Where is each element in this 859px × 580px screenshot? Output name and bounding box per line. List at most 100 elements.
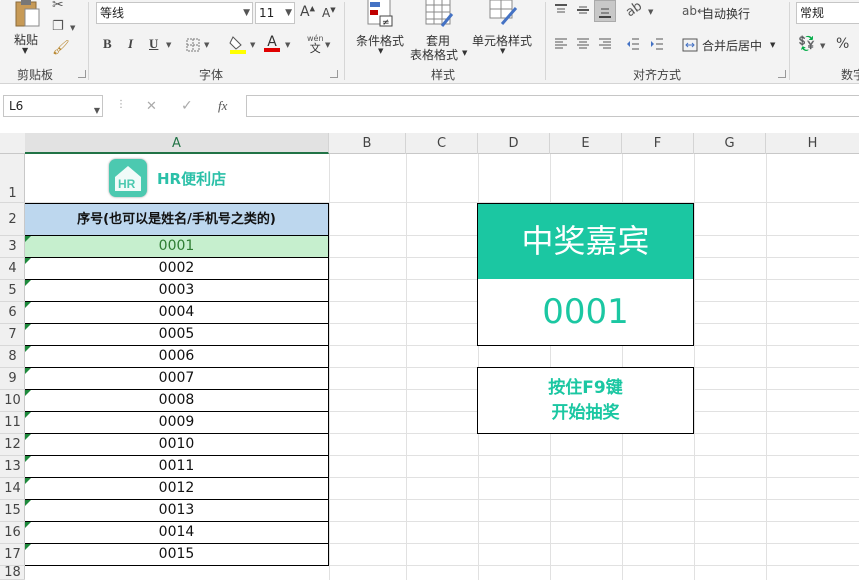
entry-cell[interactable]: 0004 <box>25 302 329 324</box>
chevron-down-icon[interactable]: ▼ <box>204 41 209 49</box>
fill-color-icon[interactable] <box>229 34 247 54</box>
column-header-a[interactable]: A <box>25 133 329 154</box>
chevron-down-icon[interactable]: ▼ <box>70 24 75 32</box>
conditional-format-button[interactable]: ≠ 条件格式 ▼ <box>352 0 408 62</box>
entry-cell[interactable]: 0011 <box>25 456 329 478</box>
row-header[interactable]: 3 <box>0 236 25 258</box>
entry-value: 0006 <box>158 348 195 364</box>
row-header[interactable]: 6 <box>0 302 25 324</box>
decrease-indent-icon[interactable] <box>626 38 640 50</box>
prize-number-cell[interactable]: 0001 <box>477 279 694 346</box>
align-middle-icon[interactable] <box>576 4 590 16</box>
row-header[interactable]: 7 <box>0 324 25 346</box>
column-header-d[interactable]: D <box>478 133 550 154</box>
row-header[interactable]: 17 <box>0 544 25 566</box>
alignment-launcher-icon[interactable] <box>778 70 786 78</box>
shrink-font-icon[interactable]: A▼ <box>322 6 336 20</box>
chevron-down-icon[interactable]: ▼ <box>648 8 653 16</box>
number-format-select[interactable]: 常规 <box>796 2 859 24</box>
phonetic-guide-icon[interactable]: wén 文 <box>307 34 324 54</box>
entry-cell[interactable]: 0008 <box>25 390 329 412</box>
entry-cell[interactable]: 0009 <box>25 412 329 434</box>
formula-input[interactable] <box>246 95 859 117</box>
row-header[interactable]: 11 <box>0 412 25 434</box>
cell-styles-button[interactable]: 单元格样式 ▼ <box>470 0 538 62</box>
orientation-icon[interactable]: ab <box>623 0 645 20</box>
align-center-icon[interactable] <box>576 38 590 50</box>
row-header[interactable]: 4 <box>0 258 25 280</box>
entry-cell[interactable]: 0003 <box>25 280 329 302</box>
align-left-icon[interactable] <box>554 38 568 50</box>
clipboard-launcher-icon[interactable] <box>78 70 86 78</box>
row-header[interactable]: 2 <box>0 203 25 236</box>
entry-cell[interactable]: 0015 <box>25 544 329 566</box>
row-header[interactable]: 12 <box>0 434 25 456</box>
align-top-icon[interactable] <box>554 4 568 16</box>
prize-title-cell[interactable]: 中奖嘉宾 <box>477 203 694 280</box>
entry-cell[interactable]: 0012 <box>25 478 329 500</box>
row-header[interactable]: 8 <box>0 346 25 368</box>
paste-button[interactable]: 粘贴 ▼ <box>8 0 46 60</box>
font-name-select[interactable]: 等线 ▼ <box>96 2 253 24</box>
font-launcher-icon[interactable] <box>330 70 338 78</box>
format-painter-icon[interactable]: 🖌 <box>52 40 70 56</box>
italic-button[interactable]: I <box>128 36 133 52</box>
entry-cell[interactable]: 0007 <box>25 368 329 390</box>
row-header[interactable]: 15 <box>0 500 25 522</box>
row-header[interactable]: 16 <box>0 522 25 544</box>
row-header[interactable]: 5 <box>0 280 25 302</box>
align-bottom-button[interactable] <box>594 0 616 22</box>
row-header[interactable]: 14 <box>0 478 25 500</box>
cut-icon[interactable]: ✂ <box>52 0 64 13</box>
entry-cell[interactable]: 0006 <box>25 346 329 368</box>
entry-value: 0008 <box>158 392 195 408</box>
copy-icon[interactable]: ❐ <box>52 19 64 34</box>
entry-cell[interactable]: 0005 <box>25 324 329 346</box>
entry-cell[interactable]: 0014 <box>25 522 329 544</box>
chevron-down-icon[interactable]: ▼ <box>820 42 825 50</box>
enter-icon[interactable]: ✓ <box>181 98 193 114</box>
grow-font-icon[interactable]: A▲ <box>300 4 315 20</box>
name-box[interactable]: L6 ▼ <box>3 95 103 117</box>
column-header-f[interactable]: F <box>622 133 694 154</box>
column-header-g[interactable]: G <box>694 133 766 154</box>
divider <box>344 2 345 80</box>
merge-center-button[interactable]: 合并后居中 ▼ <box>682 36 782 56</box>
list-header-cell[interactable]: 序号(也可以是姓名/手机号之类的) <box>25 203 329 236</box>
column-header-e[interactable]: E <box>550 133 622 154</box>
font-color-icon[interactable]: A <box>264 34 280 54</box>
house-icon: HR <box>115 166 141 191</box>
column-header-b[interactable]: B <box>329 133 406 154</box>
entry-cell[interactable]: 0013 <box>25 500 329 522</box>
cancel-icon[interactable]: ✕ <box>146 99 157 114</box>
more-options-icon[interactable]: ⋮ <box>116 99 126 110</box>
instruction-cell[interactable]: 按住F9键 开始抽奖 <box>477 367 694 434</box>
align-right-icon[interactable] <box>598 38 612 50</box>
format-as-table-button[interactable]: 套用 表格格式 ▼ <box>408 0 468 62</box>
chevron-down-icon[interactable]: ▼ <box>250 41 255 49</box>
chevron-down-icon[interactable]: ▼ <box>285 41 290 49</box>
chevron-down-icon[interactable]: ▼ <box>325 41 330 49</box>
logo-text: HR便利店 <box>157 170 227 188</box>
row-header[interactable]: 1 <box>0 154 25 203</box>
border-icon[interactable] <box>186 38 200 52</box>
cell-grid[interactable]: HR HR便利店 序号(也可以是姓名/手机号之类的) 0001 0002 0003 0… <box>25 154 859 580</box>
font-size-select[interactable]: 11 ▼ <box>255 2 295 24</box>
column-header-c[interactable]: C <box>406 133 478 154</box>
accounting-format-icon[interactable]: 💱 <box>798 36 815 52</box>
row-header[interactable]: 13 <box>0 456 25 478</box>
increase-indent-icon[interactable] <box>650 38 664 50</box>
wrap-text-button[interactable]: ab↵ 自动换行 <box>682 4 762 24</box>
entry-cell[interactable]: 0010 <box>25 434 329 456</box>
bold-button[interactable]: B <box>103 36 112 52</box>
underline-button[interactable]: U <box>149 36 158 52</box>
percent-icon[interactable]: % <box>836 36 849 52</box>
row-header[interactable]: 10 <box>0 390 25 412</box>
entry-cell[interactable]: 0002 <box>25 258 329 280</box>
entry-cell[interactable]: 0001 <box>25 236 329 258</box>
row-header[interactable]: 18 <box>0 566 25 580</box>
insert-function-icon[interactable]: fx <box>218 98 227 114</box>
chevron-down-icon[interactable]: ▼ <box>166 41 171 49</box>
row-header[interactable]: 9 <box>0 368 25 390</box>
column-header-h[interactable]: H <box>766 133 859 154</box>
